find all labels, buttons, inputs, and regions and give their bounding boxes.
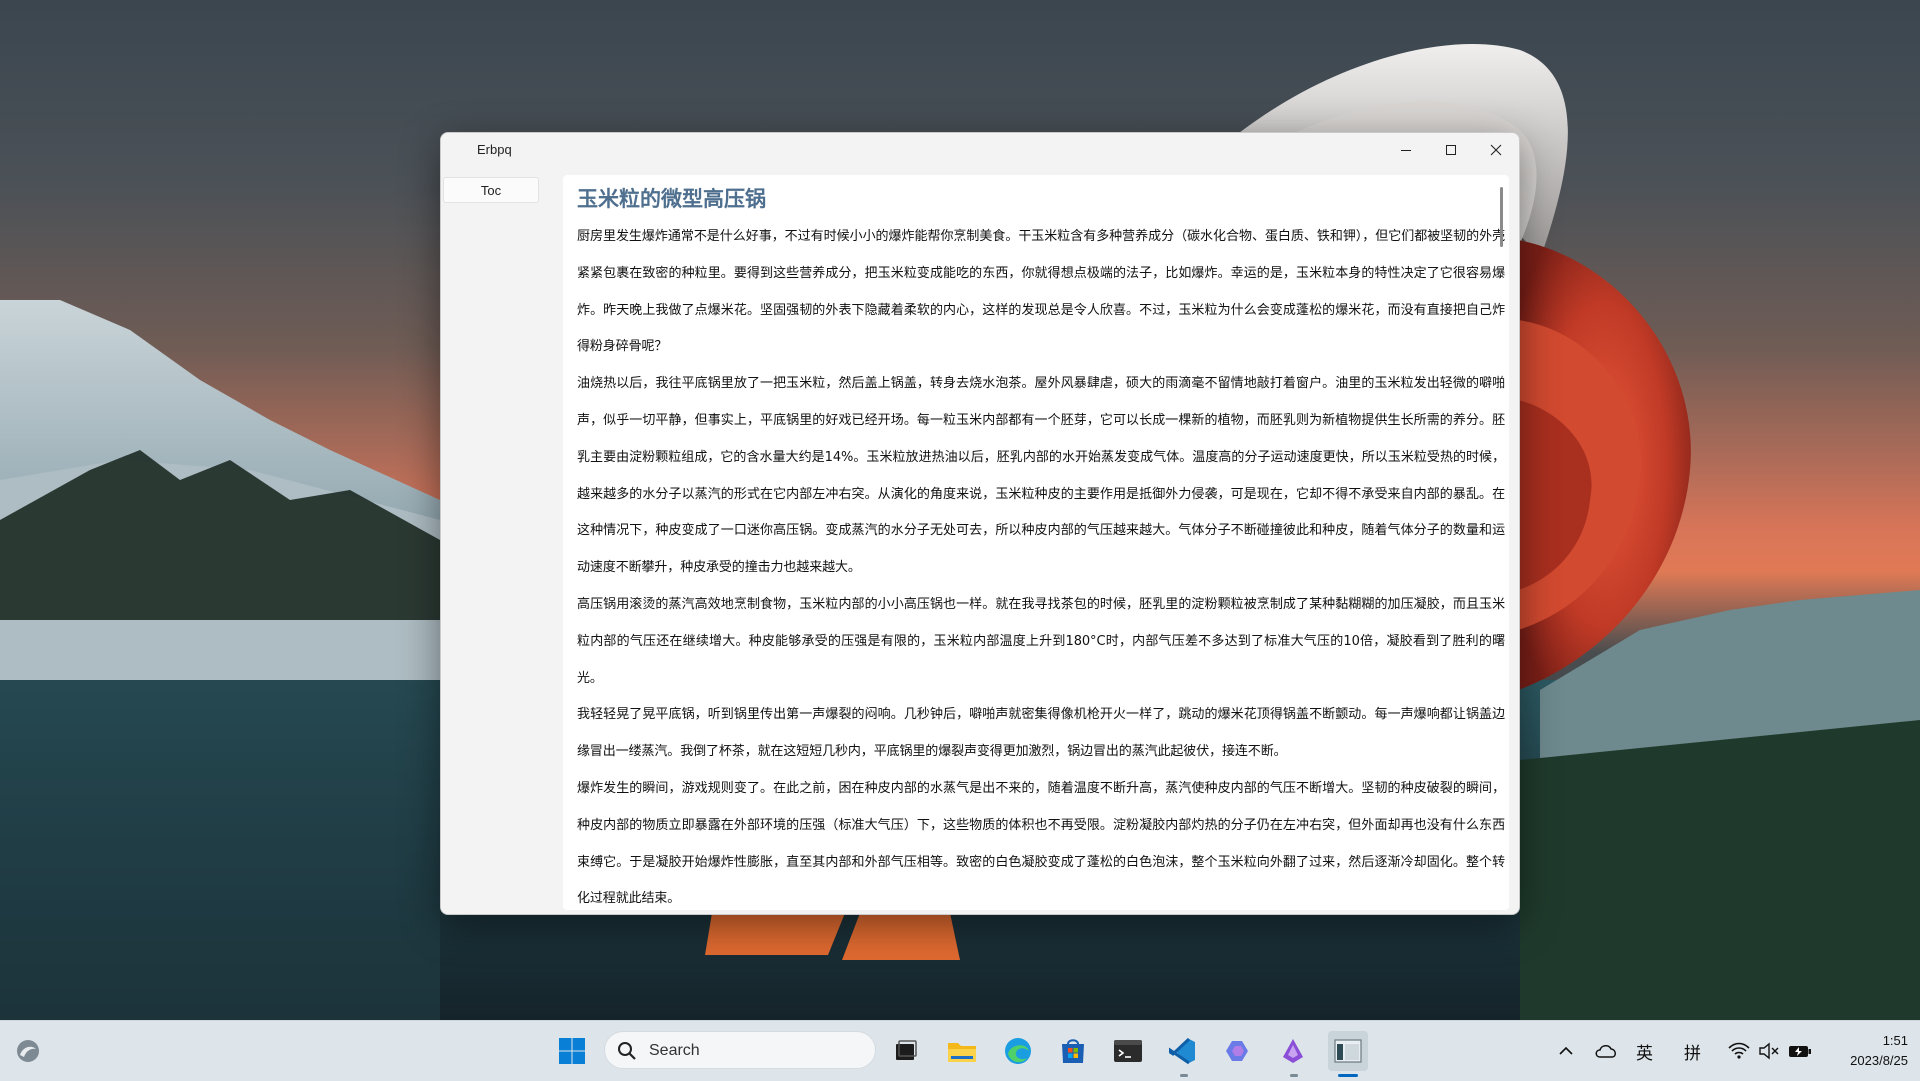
app-icon [1334,1039,1362,1063]
vscode-icon [1169,1037,1195,1065]
search-icon [617,1041,637,1065]
volume-muted-icon [1759,1042,1779,1060]
windows-logo-icon [559,1038,585,1064]
vertical-scrollbar[interactable] [1500,187,1503,247]
copilot-icon [1226,1041,1248,1061]
wifi-icon [1728,1042,1750,1059]
onedrive-button[interactable] [1586,1031,1626,1071]
search-box[interactable]: Search [604,1031,876,1069]
active-app-button[interactable] [1328,1031,1368,1071]
visual-studio-button[interactable] [1273,1031,1313,1071]
app-window: Erbpq Toc 玉米粒的微型高压锅 厨房里发生爆炸通常不是什么好事，不过有时… [440,132,1520,915]
start-button[interactable] [552,1031,592,1071]
toc-button[interactable]: Toc [443,177,539,203]
close-icon [1490,144,1502,156]
terminal-icon [1114,1040,1142,1062]
widgets-button[interactable] [8,1031,48,1071]
file-explorer-icon [948,1043,976,1062]
maximize-button[interactable] [1428,133,1474,167]
paragraph: 爆炸发生的瞬间，游戏规则变了。在此之前，困在种皮内部的水蒸气是出不来的，随着温度… [577,780,1505,907]
title-bar[interactable]: Erbpq [441,133,1519,169]
clock[interactable]: 1:51 2023/8/25 [1826,1031,1908,1071]
store-icon [1062,1039,1084,1063]
weather-icon [17,1040,39,1062]
store-button[interactable] [1053,1031,1093,1071]
file-explorer-button[interactable] [942,1031,982,1071]
maximize-icon [1446,145,1456,155]
close-button[interactable] [1473,133,1519,167]
paragraph: 油烧热以后，我往平底锅里放了一把玉米粒，然后盖上锅盖，转身去烧水泡茶。屋外风暴肆… [577,376,1505,576]
minimize-button[interactable] [1383,133,1429,167]
task-view-button[interactable] [886,1031,926,1071]
search-placeholder: Search [649,1042,700,1059]
date-text: 2023/8/25 [1850,1053,1908,1068]
ime-language-indicator[interactable]: 英 [1636,1039,1653,1064]
content-pane[interactable]: 玉米粒的微型高压锅 厨房里发生爆炸通常不是什么好事，不过有时候小小的爆炸能帮你烹… [563,175,1509,910]
edge-button[interactable] [998,1031,1038,1071]
task-view-icon [896,1040,917,1060]
battery-button[interactable] [1782,1031,1818,1071]
vscode-button[interactable] [1163,1031,1203,1071]
paragraph: 高压锅用滚烫的蒸汽高效地烹制食物，玉米粒内部的小小高压锅也一样。就在我寻找茶包的… [577,596,1505,686]
volume-button[interactable] [1752,1031,1786,1071]
visual-studio-icon [1283,1039,1303,1063]
cloud-icon [1595,1045,1616,1058]
taskbar: Search 英 拼 1:51 2023/8/25 [0,1020,1920,1081]
window-title: Erbpq [477,142,512,157]
chevron-up-icon [1559,1046,1573,1055]
paragraph: 我轻轻晃了晃平底锅，听到锅里传出第一声爆裂的闷响。几秒钟后，噼啪声就密集得像机枪… [577,707,1505,760]
edge-icon [1005,1038,1031,1064]
ime-mode-indicator[interactable]: 拼 [1684,1039,1701,1064]
minimize-icon [1401,150,1411,151]
active-app-indicator [1338,1074,1358,1077]
visual-studio-running-indicator [1290,1074,1298,1077]
article: 玉米粒的微型高压锅 厨房里发生爆炸通常不是什么好事，不过有时候小小的爆炸能帮你烹… [577,177,1505,910]
battery-charging-icon [1789,1046,1811,1057]
vscode-running-indicator [1180,1074,1188,1077]
terminal-button[interactable] [1108,1031,1148,1071]
show-hidden-icons-button[interactable] [1546,1031,1586,1071]
time-text: 1:51 [1882,1033,1908,1048]
toc-pane: Toc [441,169,539,914]
copilot-button[interactable] [1218,1031,1258,1071]
paragraph: 厨房里发生爆炸通常不是什么好事，不过有时候小小的爆炸能帮你烹制美食。干玉米粒含有… [577,229,1505,355]
article-title: 玉米粒的微型高压锅 [577,187,766,211]
